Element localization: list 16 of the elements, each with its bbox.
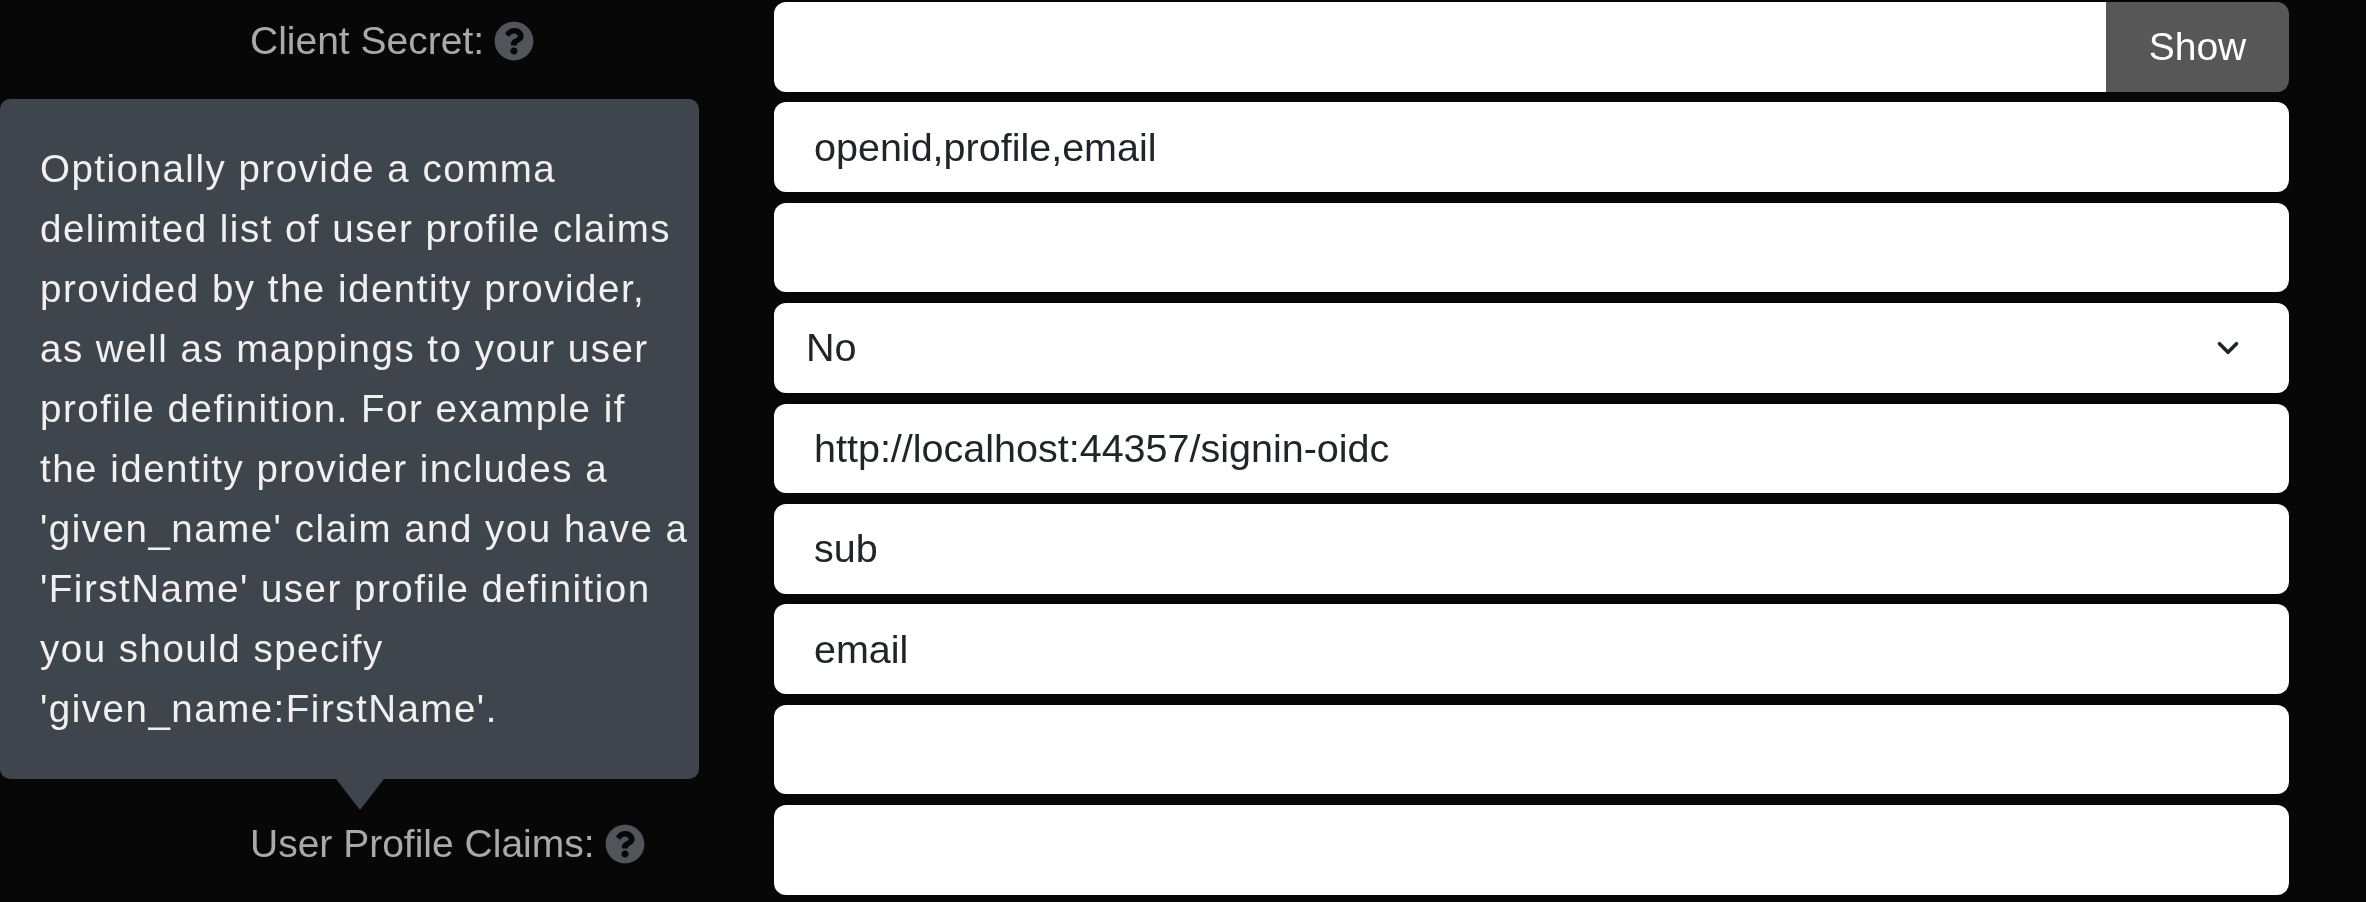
secret-input-field[interactable] xyxy=(774,2,2106,92)
tooltip: Optionally provide a comma delimited list of user profile claims provided by the identity provider, as well as mappings to your user profile definition. For example if the identity provider includes a 'given_name' claim and you have a 'FirstName' user profile definition you should specify 'given_name:FirstName'. xyxy=(0,99,699,779)
text-field[interactable] xyxy=(774,805,2289,895)
tooltip-arrow xyxy=(336,779,384,810)
help-icon[interactable] xyxy=(604,823,645,864)
text-field[interactable]: email xyxy=(774,604,2289,694)
text-field[interactable]: openid,profile,email xyxy=(774,102,2289,192)
text-field[interactable] xyxy=(774,704,2289,795)
help-icon[interactable] xyxy=(494,20,535,61)
text-field[interactable]: sub xyxy=(774,503,2289,594)
text-field[interactable] xyxy=(774,202,2289,293)
show-button[interactable]: Show xyxy=(2106,2,2289,92)
dropdown-select[interactable]: No xyxy=(774,303,2289,393)
field-label: Client Secret: xyxy=(250,18,485,63)
field-label: User Profile Claims: xyxy=(250,821,595,866)
text-field[interactable]: http://localhost:44357/signin-oidc xyxy=(774,403,2289,494)
